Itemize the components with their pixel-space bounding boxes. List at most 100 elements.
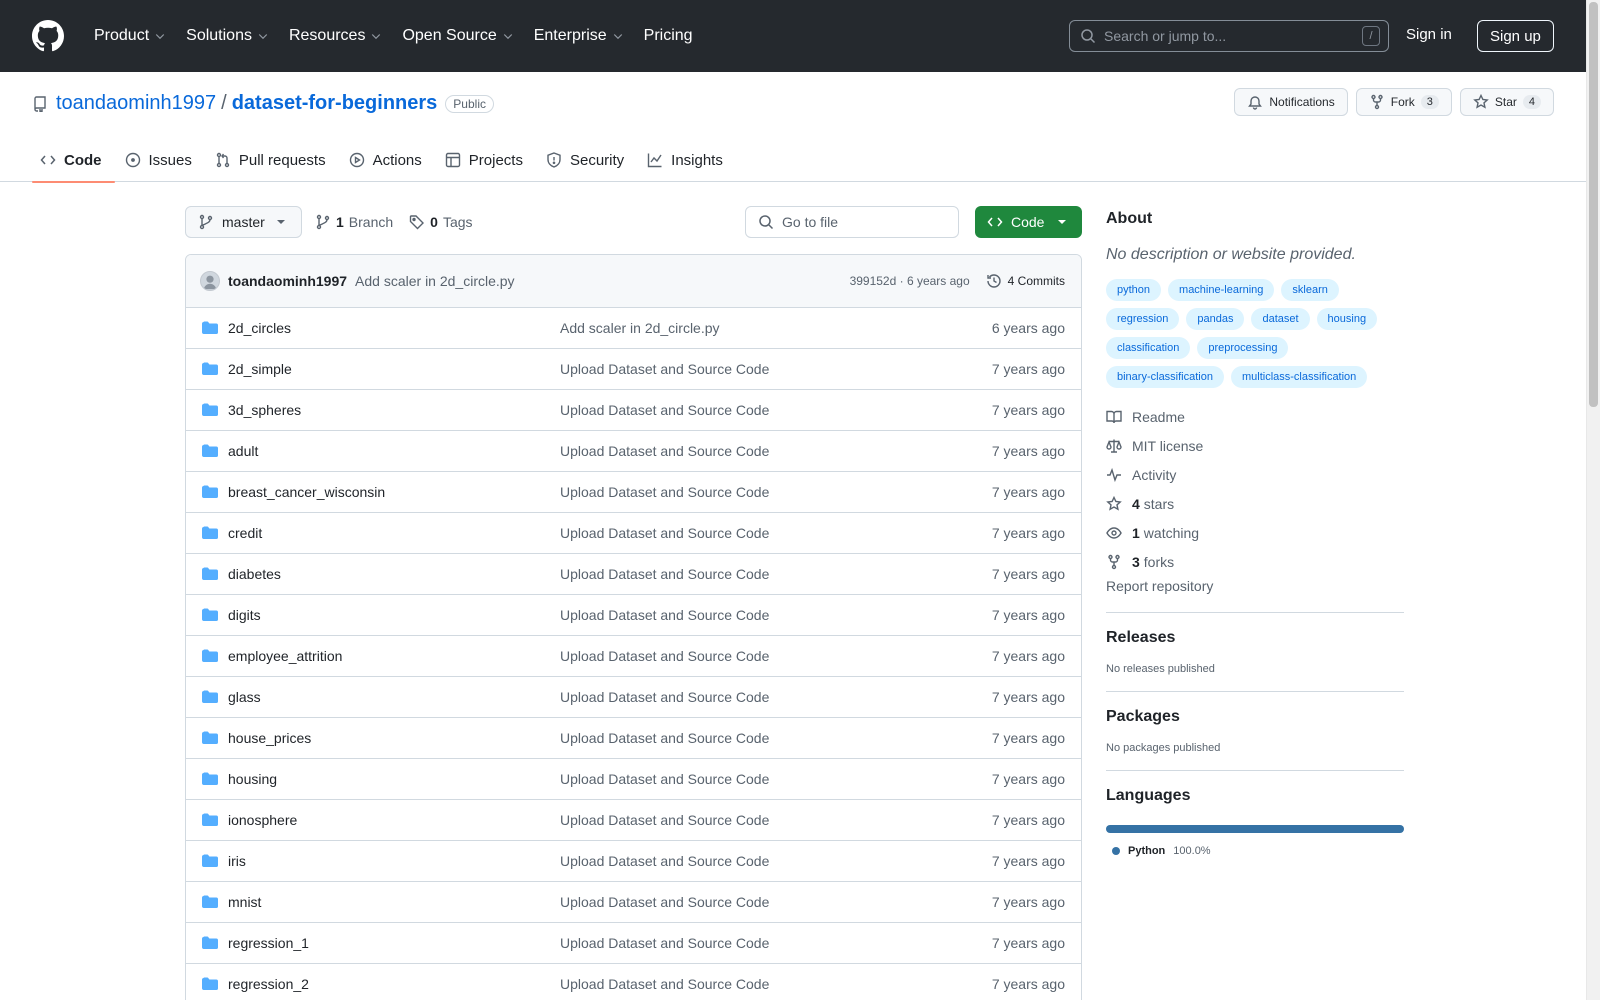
license-link[interactable]: MIT license [1106, 431, 1404, 460]
file-name-link[interactable]: 2d_simple [228, 361, 558, 377]
topic-tag[interactable]: regression [1106, 308, 1180, 330]
file-name-link[interactable]: employee_attrition [228, 648, 558, 664]
tab-code[interactable]: Code [32, 138, 115, 183]
file-name-link[interactable]: house_prices [228, 730, 558, 746]
topic-tag[interactable]: sklearn [1281, 279, 1339, 301]
topic-tag[interactable]: binary-classification [1106, 366, 1224, 388]
file-commit-message[interactable]: Upload Dataset and Source Code [560, 689, 769, 705]
file-row[interactable]: mnist Upload Dataset and Source Code 7 yea… [186, 882, 1081, 923]
github-logo-icon[interactable] [32, 20, 86, 52]
sign-in-link[interactable]: Sign in [1406, 26, 1452, 43]
file-commit-message[interactable]: Upload Dataset and Source Code [560, 853, 769, 869]
file-row[interactable]: regression_1 Upload Dataset and Source Co… [186, 923, 1081, 964]
tab-actions[interactable]: Actions [341, 138, 435, 182]
file-commit-message[interactable]: Upload Dataset and Source Code [560, 443, 769, 459]
repo-owner-link[interactable]: toandaominh1997 [56, 92, 216, 115]
commit-message-link[interactable]: Add scaler in 2d_circle.py [355, 273, 515, 289]
branch-selector[interactable]: master [185, 206, 302, 238]
nav-resources[interactable]: Resources [281, 21, 390, 51]
file-row[interactable]: digits Upload Dataset and Source Code 7 ye… [186, 595, 1081, 636]
file-row[interactable]: breast_cancer_wisconsin Upload Dataset an… [186, 472, 1081, 513]
file-row[interactable]: 2d_simple Upload Dataset and Source Code 7… [186, 349, 1081, 390]
topic-tag[interactable]: housing [1316, 308, 1378, 330]
topic-tag[interactable]: pandas [1186, 308, 1245, 330]
global-search-input[interactable]: Search or jump to... / [1069, 20, 1389, 52]
file-commit-message[interactable]: Upload Dataset and Source Code [560, 935, 769, 951]
file-name-link[interactable]: iris [228, 853, 558, 869]
file-name-link[interactable]: digits [228, 607, 558, 623]
file-commit-message[interactable]: Upload Dataset and Source Code [560, 730, 769, 746]
commit-hash-age[interactable]: 399152d · 6 years ago [850, 274, 970, 288]
file-row[interactable]: employee_attrition Upload Dataset and Sou… [186, 636, 1081, 677]
file-row[interactable]: house_prices Upload Dataset and Source Co… [186, 718, 1081, 759]
topic-tag[interactable]: python [1106, 279, 1162, 301]
file-name-link[interactable]: credit [228, 525, 558, 541]
branches-link[interactable]: 1 Branch [315, 214, 393, 230]
page-scrollbar[interactable] [1586, 0, 1600, 1000]
star-button[interactable]: Star 4 [1459, 88, 1554, 116]
scrollbar-thumb[interactable] [1589, 2, 1598, 407]
fork-button[interactable]: Fork 3 [1355, 88, 1452, 116]
file-row[interactable]: credit Upload Dataset and Source Code 7 ye… [186, 513, 1081, 554]
file-commit-message[interactable]: Upload Dataset and Source Code [560, 976, 769, 992]
language-item[interactable]: Python 100.0% [1106, 845, 1404, 857]
activity-link[interactable]: Activity [1106, 460, 1404, 489]
packages-heading[interactable]: Packages [1106, 708, 1404, 726]
file-commit-message[interactable]: Upload Dataset and Source Code [560, 402, 769, 418]
file-commit-message[interactable]: Upload Dataset and Source Code [560, 771, 769, 787]
commits-history-link[interactable]: 4 Commits [986, 273, 1065, 289]
file-name-link[interactable]: regression_2 [228, 976, 558, 992]
file-row[interactable]: housing Upload Dataset and Source Code 7 y… [186, 759, 1081, 800]
topic-tag[interactable]: dataset [1251, 308, 1310, 330]
file-commit-message[interactable]: Add scaler in 2d_circle.py [560, 320, 720, 336]
forks-link[interactable]: 3 forks [1106, 547, 1404, 576]
file-commit-message[interactable]: Upload Dataset and Source Code [560, 566, 769, 582]
nav-enterprise[interactable]: Enterprise [526, 21, 632, 51]
file-name-link[interactable]: regression_1 [228, 935, 558, 951]
watching-link[interactable]: 1 watching [1106, 518, 1404, 547]
file-commit-message[interactable]: Upload Dataset and Source Code [560, 525, 769, 541]
tab-issues[interactable]: Issues [117, 138, 205, 182]
file-row[interactable]: ionosphere Upload Dataset and Source Code… [186, 800, 1081, 841]
file-name-link[interactable]: diabetes [228, 566, 558, 582]
nav-product[interactable]: Product [86, 21, 174, 51]
commit-author-link[interactable]: toandaominh1997 [228, 273, 347, 289]
stars-link[interactable]: 4 stars [1106, 489, 1404, 518]
file-row[interactable]: adult Upload Dataset and Source Code 7 yea… [186, 431, 1081, 472]
file-name-link[interactable]: housing [228, 771, 558, 787]
file-row[interactable]: 2d_circles Add scaler in 2d_circle.py 6 ye… [186, 308, 1081, 349]
nav-open-source[interactable]: Open Source [394, 21, 521, 51]
topic-tag[interactable]: machine-learning [1168, 279, 1275, 301]
file-name-link[interactable]: 2d_circles [228, 320, 558, 336]
notifications-button[interactable]: Notifications [1234, 88, 1348, 116]
file-name-link[interactable]: ionosphere [228, 812, 558, 828]
topic-tag[interactable]: preprocessing [1197, 337, 1289, 359]
sign-up-button[interactable]: Sign up [1477, 20, 1554, 52]
file-commit-message[interactable]: Upload Dataset and Source Code [560, 812, 769, 828]
code-dropdown-button[interactable]: Code [975, 206, 1082, 238]
file-row[interactable]: glass Upload Dataset and Source Code 7 yea… [186, 677, 1081, 718]
file-commit-message[interactable]: Upload Dataset and Source Code [560, 607, 769, 623]
readme-link[interactable]: Readme [1106, 402, 1404, 431]
tab-pull-requests[interactable]: Pull requests [207, 138, 339, 182]
file-commit-message[interactable]: Upload Dataset and Source Code [560, 894, 769, 910]
topic-tag[interactable]: classification [1106, 337, 1191, 359]
tab-projects[interactable]: Projects [437, 138, 536, 182]
file-row[interactable]: iris Upload Dataset and Source Code 7 year… [186, 841, 1081, 882]
nav-pricing[interactable]: Pricing [636, 21, 701, 51]
tags-link[interactable]: 0 Tags [409, 214, 473, 230]
tab-security[interactable]: Security [538, 138, 637, 182]
go-to-file-input[interactable]: Go to file [745, 206, 959, 238]
file-name-link[interactable]: glass [228, 689, 558, 705]
author-avatar[interactable] [200, 271, 220, 291]
report-repository-link[interactable]: Report repository [1106, 578, 1404, 613]
file-row[interactable]: 3d_spheres Upload Dataset and Source Code… [186, 390, 1081, 431]
file-commit-message[interactable]: Upload Dataset and Source Code [560, 484, 769, 500]
file-commit-message[interactable]: Upload Dataset and Source Code [560, 361, 769, 377]
file-name-link[interactable]: mnist [228, 894, 558, 910]
releases-heading[interactable]: Releases [1106, 629, 1404, 647]
file-name-link[interactable]: adult [228, 443, 558, 459]
file-row[interactable]: diabetes Upload Dataset and Source Code 7 … [186, 554, 1081, 595]
tab-insights[interactable]: Insights [639, 138, 736, 182]
file-name-link[interactable]: breast_cancer_wisconsin [228, 484, 558, 500]
